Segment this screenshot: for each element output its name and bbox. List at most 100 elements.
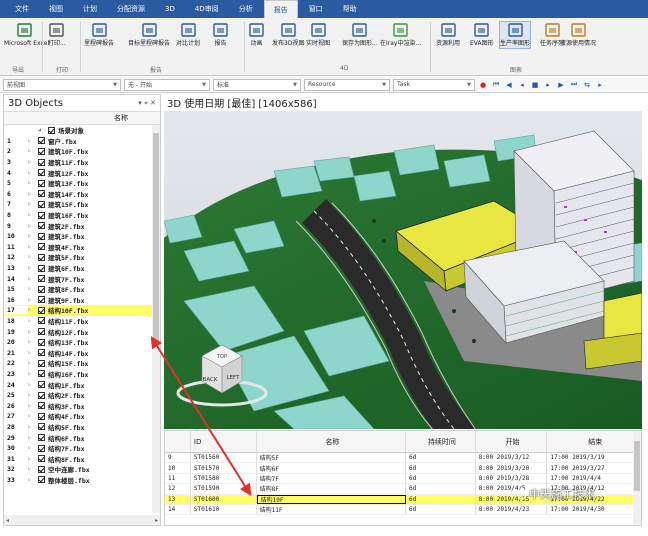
expand-icon[interactable]: ▷ bbox=[28, 212, 38, 218]
checkbox[interactable] bbox=[38, 264, 45, 272]
standard-combo[interactable]: 标准 ▼ bbox=[213, 78, 301, 91]
first-icon[interactable]: ⏮ bbox=[491, 80, 501, 90]
checkbox[interactable] bbox=[38, 232, 45, 240]
expand-icon[interactable]: ▷ bbox=[28, 180, 38, 186]
checkbox[interactable] bbox=[38, 465, 45, 473]
iray-button[interactable]: 在Iray中渲染... bbox=[380, 22, 421, 48]
saveimg-button[interactable]: 保存为图形... bbox=[342, 22, 378, 48]
resource-combo[interactable]: Resource ▼ bbox=[304, 78, 390, 91]
tree-item[interactable]: 26 ▷ 结构3F.fbx bbox=[4, 400, 152, 411]
table-row[interactable]: 14 ST01610 结构11F 6d 8:00 2019/4/23 17:00 2019… bbox=[165, 504, 641, 516]
expand-icon[interactable]: ▷ bbox=[28, 159, 38, 165]
tree-item[interactable]: 21 ▷ 结构14F.fbx bbox=[4, 347, 152, 358]
expand-icon[interactable]: ▷ bbox=[28, 424, 38, 430]
menu-tab-7[interactable]: 报告 bbox=[263, 0, 298, 18]
expand-icon[interactable]: ▷ bbox=[28, 477, 38, 483]
tree-item[interactable]: 25 ▷ 结构2F.fbx bbox=[4, 390, 152, 401]
expand-icon[interactable]: ▷ bbox=[28, 445, 38, 451]
prod-button[interactable]: 生产率图形 bbox=[498, 21, 532, 49]
tree-item[interactable]: 14 ▷ 建筑7F.fbx bbox=[4, 273, 152, 284]
checkbox[interactable] bbox=[38, 338, 45, 346]
column-header[interactable]: 名称 bbox=[257, 431, 406, 452]
record-icon[interactable]: ● bbox=[478, 80, 488, 90]
checkbox[interactable] bbox=[38, 285, 45, 293]
checkbox[interactable] bbox=[38, 211, 45, 219]
tree-item[interactable]: 22 ▷ 结构15F.fbx bbox=[4, 358, 152, 369]
tree-item[interactable]: 23 ▷ 结构16F.fbx bbox=[4, 369, 152, 380]
expand-icon[interactable]: ▷ bbox=[28, 233, 38, 239]
checkbox[interactable] bbox=[38, 359, 45, 367]
checkbox[interactable] bbox=[38, 412, 45, 420]
checkbox[interactable] bbox=[38, 296, 45, 304]
rpt4-button[interactable]: 报告 bbox=[212, 22, 229, 48]
checkbox[interactable] bbox=[38, 253, 45, 261]
res-button[interactable]: 资源利用 bbox=[436, 22, 460, 48]
menu-tab-4[interactable]: 3D bbox=[156, 0, 184, 18]
last-icon[interactable]: ⏭ bbox=[569, 80, 579, 90]
tree-item[interactable]: 5 ▷ 建筑13F.fbx bbox=[4, 178, 152, 189]
start-combo[interactable]: 无 - 开始 ▼ bbox=[124, 78, 210, 91]
tree-item[interactable]: 15 ▷ 建筑8F.fbx bbox=[4, 284, 152, 295]
tree-item[interactable]: 9 ▷ 建筑2F.fbx bbox=[4, 220, 152, 231]
panel-controls[interactable]: ▾ ⌖ ✕ bbox=[138, 99, 156, 108]
menu-tab-2[interactable]: 计划 bbox=[74, 0, 106, 18]
expand-icon[interactable]: ▷ bbox=[28, 191, 38, 197]
checkbox[interactable] bbox=[38, 137, 45, 145]
column-header[interactable]: 开始 bbox=[476, 431, 548, 452]
play-icon[interactable]: ▸ bbox=[543, 80, 553, 90]
expand-icon[interactable]: ▷ bbox=[28, 456, 38, 462]
print-button[interactable]: 打印... bbox=[48, 22, 66, 48]
checkbox[interactable] bbox=[38, 328, 45, 336]
tree-item[interactable]: 30 ▷ 结构7F.fbx bbox=[4, 443, 152, 454]
checkbox[interactable] bbox=[38, 402, 45, 410]
export3d-button[interactable]: 发布3D视图 bbox=[272, 22, 304, 48]
checkbox[interactable] bbox=[38, 455, 45, 463]
viewpoint-combo[interactable]: 前视图 ▼ bbox=[3, 78, 121, 91]
tree-item[interactable]: 24 ▷ 结构1F.fbx bbox=[4, 379, 152, 390]
checkbox[interactable] bbox=[38, 147, 45, 155]
menu-tab-1[interactable]: 视图 bbox=[40, 0, 72, 18]
checkbox[interactable] bbox=[38, 476, 45, 484]
column-header[interactable]: 结束 bbox=[547, 431, 641, 452]
checkbox[interactable] bbox=[38, 275, 45, 283]
checkbox[interactable] bbox=[38, 158, 45, 166]
checkbox[interactable] bbox=[38, 434, 45, 442]
checkbox[interactable] bbox=[38, 179, 45, 187]
expand-icon[interactable]: ▷ bbox=[28, 286, 38, 292]
menu-tab-5[interactable]: 4D审阅 bbox=[186, 0, 228, 18]
snap-button[interactable]: 实时视图 bbox=[306, 22, 330, 48]
tree-item[interactable]: 33 ▷ 整体楼层.fbx bbox=[4, 475, 152, 486]
checkbox[interactable] bbox=[38, 243, 45, 251]
tree-item[interactable]: 13 ▷ 建筑6F.fbx bbox=[4, 263, 152, 274]
expand-icon[interactable]: ▷ bbox=[28, 435, 38, 441]
anim-button[interactable]: 动画 bbox=[248, 22, 265, 48]
tree-item[interactable]: 2 ▷ 建筑10F.fbx bbox=[4, 146, 152, 157]
tree-item[interactable]: 10 ▷ 建筑3F.fbx bbox=[4, 231, 152, 242]
table-row[interactable]: 9 ST01560 结构5F 6d 8:00 2019/3/12 17:00 2019/3… bbox=[165, 453, 641, 464]
menu-tab-3[interactable]: 分配资源 bbox=[108, 0, 154, 18]
expand-icon[interactable]: ▷ bbox=[28, 307, 38, 313]
expand-icon[interactable]: ▷ bbox=[28, 265, 38, 271]
tree-item[interactable]: 3 ▷ 建筑11F.fbx bbox=[4, 157, 152, 168]
tree-item[interactable]: 7 ▷ 建筑15F.fbx bbox=[4, 199, 152, 210]
tree-item[interactable]: 32 ▷ 空中连廊.fbx bbox=[4, 464, 152, 475]
tree-vertical-scrollbar[interactable] bbox=[152, 125, 160, 513]
menu-tab-9[interactable]: 帮助 bbox=[334, 0, 366, 18]
next-icon[interactable]: ▶ bbox=[556, 80, 566, 90]
column-header[interactable]: ID bbox=[191, 431, 257, 452]
name-column-header[interactable]: 名称 bbox=[4, 111, 160, 125]
checkbox[interactable] bbox=[38, 391, 45, 399]
checkbox[interactable] bbox=[38, 317, 45, 325]
rpt2-button[interactable]: 目标里程碑报告 bbox=[128, 22, 170, 48]
eva-button[interactable]: EVA图形 bbox=[470, 22, 494, 48]
expand-icon[interactable]: ▷ bbox=[28, 170, 38, 176]
task-combo[interactable]: Task ▼ bbox=[393, 78, 475, 91]
tree-item[interactable]: 19 ▷ 结构12F.fbx bbox=[4, 326, 152, 337]
expand-icon[interactable]: ▷ bbox=[28, 148, 38, 154]
expand-icon[interactable]: ▷ bbox=[28, 318, 38, 324]
expand-icon[interactable]: ▷ bbox=[28, 382, 38, 388]
expand-icon[interactable]: ▷ bbox=[28, 403, 38, 409]
menu-tab-8[interactable]: 窗口 bbox=[300, 0, 332, 18]
expand-icon[interactable]: ▷ bbox=[28, 297, 38, 303]
expand-icon[interactable]: ▷ bbox=[28, 201, 38, 207]
